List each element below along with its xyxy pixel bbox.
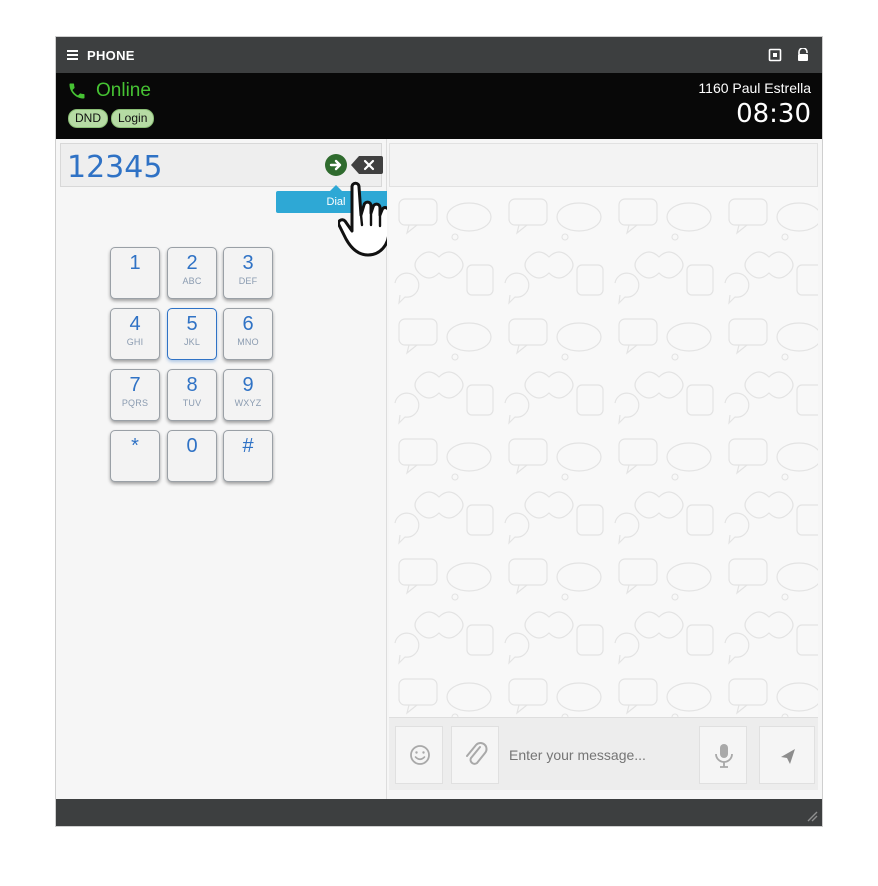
- chat-panel: [387, 139, 822, 799]
- chat-header: [389, 143, 818, 187]
- key-5[interactable]: 5 JKL: [167, 308, 217, 360]
- key-8[interactable]: 8 TUV: [167, 369, 217, 421]
- message-input[interactable]: [505, 726, 695, 784]
- dial-number-field[interactable]: 12345: [60, 143, 383, 187]
- key-4[interactable]: 4 GHI: [110, 308, 160, 360]
- window-title: PHONE: [87, 48, 135, 63]
- emoji-button[interactable]: [395, 726, 443, 784]
- user-extension: 1160 Paul Estrella: [698, 80, 811, 96]
- status-bar: Online DND Login 1160 Paul Estrella 08:3…: [56, 73, 822, 139]
- dialer-panel: 12345 Dial 1 2 ABC 3 DEF 4 GHI 5 JKL 6 M…: [56, 139, 396, 799]
- paper-plane-icon: [781, 749, 795, 764]
- paperclip-icon: [466, 742, 488, 765]
- clock-time: 08:30: [736, 99, 811, 129]
- hamburger-menu-icon[interactable]: [67, 50, 78, 60]
- message-composer: [389, 717, 818, 790]
- login-badge[interactable]: Login: [111, 109, 155, 128]
- dnd-badge[interactable]: DND: [68, 109, 108, 128]
- send-button[interactable]: [759, 726, 815, 784]
- call-button[interactable]: [325, 154, 347, 176]
- arrow-right-icon: [329, 159, 342, 171]
- key-6[interactable]: 6 MNO: [223, 308, 273, 360]
- speech-bubble-pattern: [389, 187, 818, 717]
- key-hash[interactable]: #: [223, 430, 273, 482]
- attach-button[interactable]: [451, 726, 499, 784]
- phone-icon: [69, 83, 85, 99]
- key-9[interactable]: 9 WXYZ: [223, 369, 273, 421]
- lock-icon[interactable]: [796, 48, 810, 62]
- backspace-icon[interactable]: [351, 156, 383, 174]
- key-0[interactable]: 0: [167, 430, 217, 482]
- microphone-icon: [715, 744, 733, 768]
- online-status: Online: [96, 80, 151, 101]
- bottom-bar: [56, 799, 822, 826]
- chat-messages-area[interactable]: [389, 187, 818, 717]
- key-3[interactable]: 3 DEF: [223, 247, 273, 299]
- key-2[interactable]: 2 ABC: [167, 247, 217, 299]
- resize-handle-icon[interactable]: [806, 810, 818, 822]
- title-bar: PHONE: [56, 37, 822, 73]
- window-box-icon[interactable]: [768, 48, 782, 62]
- phone-window: PHONE Online DND Login 1160 Paul Estrell…: [55, 36, 823, 827]
- key-7[interactable]: 7 PQRS: [110, 369, 160, 421]
- smiley-icon: [410, 745, 430, 765]
- microphone-button[interactable]: [699, 726, 747, 784]
- dial-number: 12345: [67, 150, 163, 185]
- key-star[interactable]: *: [110, 430, 160, 482]
- key-1[interactable]: 1: [110, 247, 160, 299]
